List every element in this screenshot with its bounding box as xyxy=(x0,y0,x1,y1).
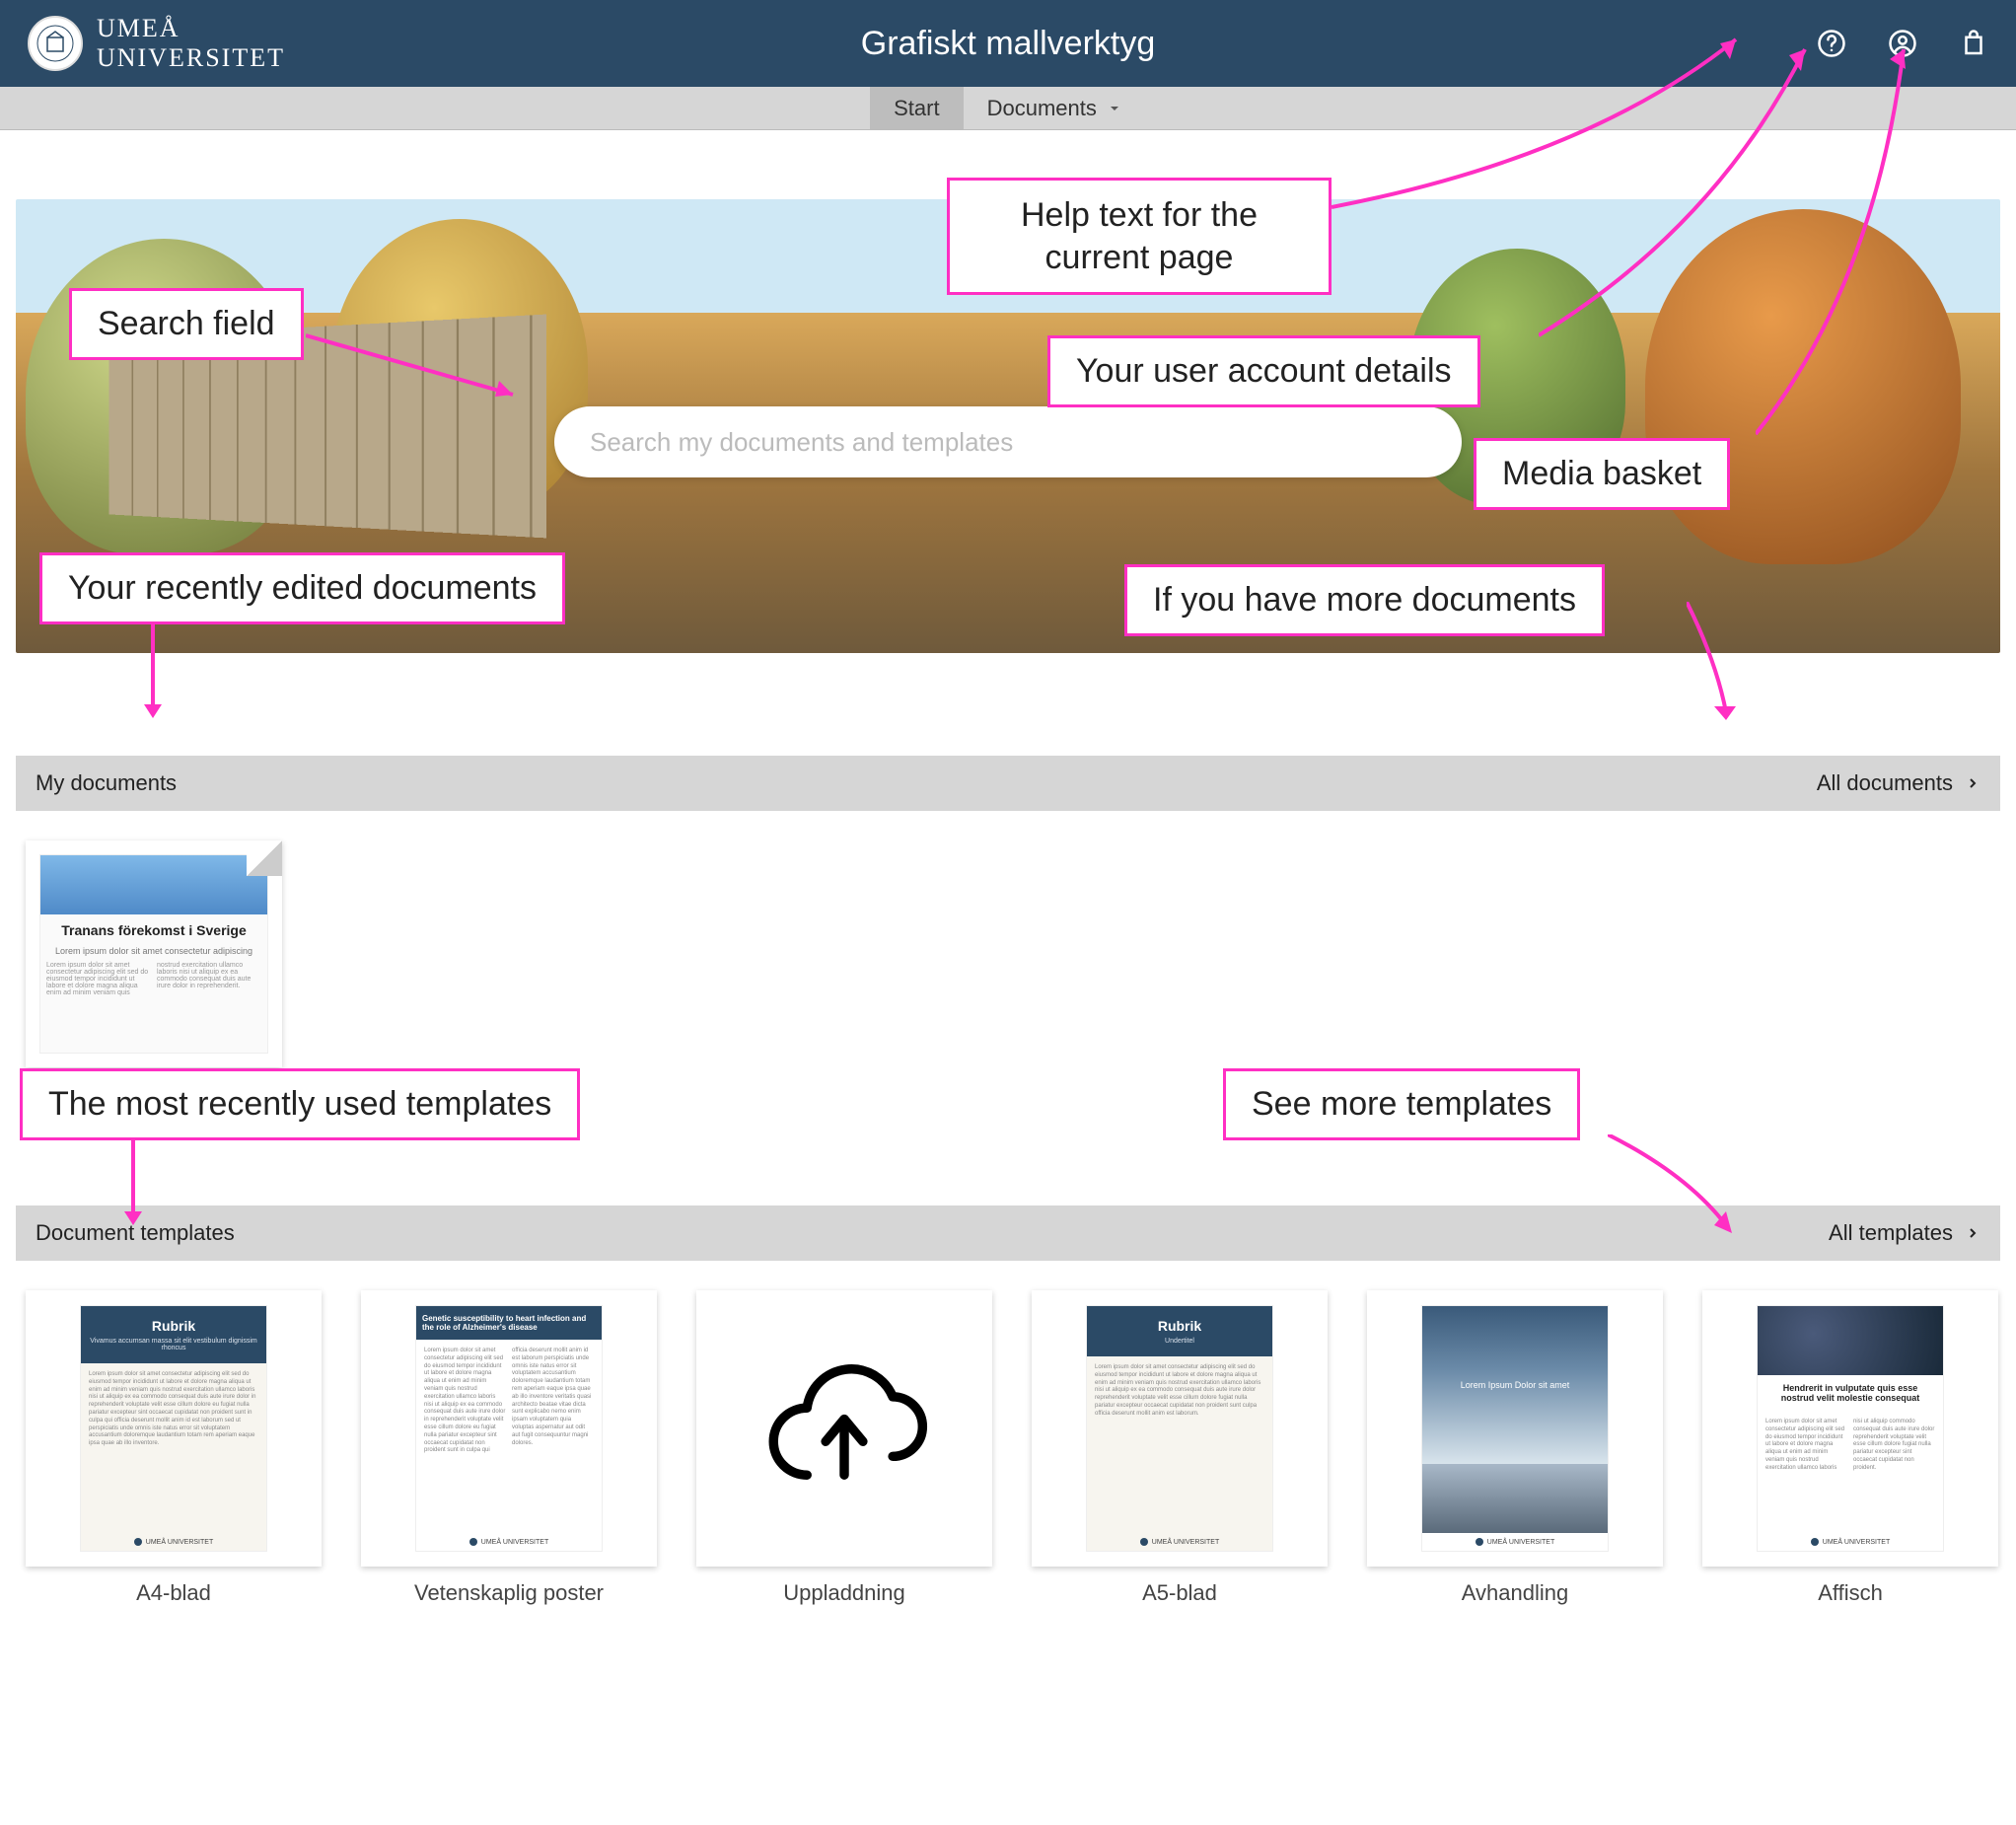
template-card[interactable]: RubrikVivamus accumsan massa sit elit ve… xyxy=(26,1290,322,1567)
all-templates-label: All templates xyxy=(1829,1220,1953,1246)
nav-start-label: Start xyxy=(894,96,939,121)
nav-documents-label: Documents xyxy=(987,96,1097,121)
document-body-preview: Lorem ipsum dolor sit amet consectetur a… xyxy=(40,956,267,1053)
template-card[interactable]: RubrikUndertitel Lorem ipsum dolor sit a… xyxy=(1032,1290,1328,1567)
nav-documents[interactable]: Documents xyxy=(964,87,1146,129)
templates-title: Document templates xyxy=(36,1220,235,1246)
template-preview: RubrikVivamus accumsan massa sit elit ve… xyxy=(80,1305,267,1552)
template-label: A5-blad xyxy=(1142,1580,1217,1606)
search-pill[interactable] xyxy=(554,406,1462,477)
main-nav: Start Documents xyxy=(0,87,2016,130)
callout-recent-templates: The most recently used templates xyxy=(20,1068,580,1140)
template-preview: Lorem Ipsum Dolor sit amet UMEÅ UNIVERSI… xyxy=(1421,1305,1609,1552)
template-card[interactable]: Hendrerit in vulputate quis esse nostrud… xyxy=(1702,1290,1998,1567)
template-card[interactable]: Lorem Ipsum Dolor sit amet UMEÅ UNIVERSI… xyxy=(1367,1290,1663,1567)
all-documents-label: All documents xyxy=(1817,770,1953,796)
brand-logo: UMEÅ UNIVERSITET xyxy=(28,14,285,73)
template-heading: Rubrik xyxy=(1158,1318,1201,1334)
university-seal-icon xyxy=(28,16,83,71)
all-templates-link[interactable]: All templates xyxy=(1829,1220,1980,1246)
document-title: Tranans förekomst i Sverige xyxy=(40,914,267,946)
chevron-right-icon xyxy=(1965,775,1980,791)
callout-account: Your user account details xyxy=(1047,335,1480,407)
template-label: Uppladdning xyxy=(783,1580,905,1606)
brand-line-1: UMEÅ xyxy=(97,14,285,43)
template-item: Lorem Ipsum Dolor sit amet UMEÅ UNIVERSI… xyxy=(1367,1290,1663,1606)
help-icon[interactable] xyxy=(1817,29,1846,58)
callout-recent-docs: Your recently edited documents xyxy=(39,552,565,624)
callout-help-text: Help text for the current page xyxy=(947,178,1332,295)
template-item: Genetic susceptibility to heart infectio… xyxy=(361,1290,657,1606)
template-card[interactable]: Genetic susceptibility to heart infectio… xyxy=(361,1290,657,1567)
template-heading: Lorem Ipsum Dolor sit amet xyxy=(1422,1306,1608,1464)
my-documents-title: My documents xyxy=(36,770,177,796)
templates-bar: Document templates All templates xyxy=(16,1205,2000,1261)
template-heading: Genetic susceptibility to heart infectio… xyxy=(422,1314,586,1332)
template-label: Avhandling xyxy=(1462,1580,1568,1606)
chevron-right-icon xyxy=(1965,1225,1980,1241)
template-label: Affisch xyxy=(1818,1580,1883,1606)
callout-more-docs: If you have more documents xyxy=(1124,564,1605,636)
account-icon[interactable] xyxy=(1888,29,1917,58)
app-header: UMEÅ UNIVERSITET Grafiskt mallverktyg xyxy=(0,0,2016,87)
app-title: Grafiskt mallverktyg xyxy=(861,25,1156,63)
callout-search-field: Search field xyxy=(69,288,304,360)
template-card[interactable] xyxy=(696,1290,992,1567)
template-label: Vetenskaplig poster xyxy=(414,1580,604,1606)
templates-row: RubrikVivamus accumsan massa sit elit ve… xyxy=(0,1261,2016,1636)
document-thumbnail-image xyxy=(40,855,267,914)
callout-more-templates: See more templates xyxy=(1223,1068,1580,1140)
chevron-down-icon xyxy=(1107,101,1122,116)
template-heading: Rubrik xyxy=(152,1318,195,1334)
nav-start[interactable]: Start xyxy=(870,87,963,129)
all-documents-link[interactable]: All documents xyxy=(1817,770,1980,796)
template-item: Hendrerit in vulputate quis esse nostrud… xyxy=(1702,1290,1998,1606)
template-preview: RubrikUndertitel Lorem ipsum dolor sit a… xyxy=(1086,1305,1273,1552)
document-subtitle: Lorem ipsum dolor sit amet consectetur a… xyxy=(40,946,267,956)
document-preview: Tranans förekomst i Sverige Lorem ipsum … xyxy=(39,854,268,1054)
callout-basket: Media basket xyxy=(1474,438,1730,510)
my-documents-bar: My documents All documents xyxy=(16,756,2000,811)
template-heading: Hendrerit in vulputate quis esse nostrud… xyxy=(1758,1375,1943,1411)
template-item: RubrikVivamus accumsan massa sit elit ve… xyxy=(26,1290,322,1606)
brand-line-2: UNIVERSITET xyxy=(97,43,285,73)
template-preview: Genetic susceptibility to heart infectio… xyxy=(415,1305,603,1552)
decorative-tree xyxy=(1645,209,1961,564)
my-documents-row: Tranans förekomst i Sverige Lorem ipsum … xyxy=(0,811,2016,1097)
template-label: A4-blad xyxy=(136,1580,211,1606)
search-input[interactable] xyxy=(590,427,1426,458)
basket-icon[interactable] xyxy=(1959,29,1988,58)
document-card[interactable]: Tranans förekomst i Sverige Lorem ipsum … xyxy=(26,840,282,1067)
template-item: RubrikUndertitel Lorem ipsum dolor sit a… xyxy=(1032,1290,1328,1606)
template-preview: Hendrerit in vulputate quis esse nostrud… xyxy=(1757,1305,1944,1552)
upload-icon xyxy=(746,1330,943,1527)
template-item: Uppladdning xyxy=(696,1290,992,1606)
